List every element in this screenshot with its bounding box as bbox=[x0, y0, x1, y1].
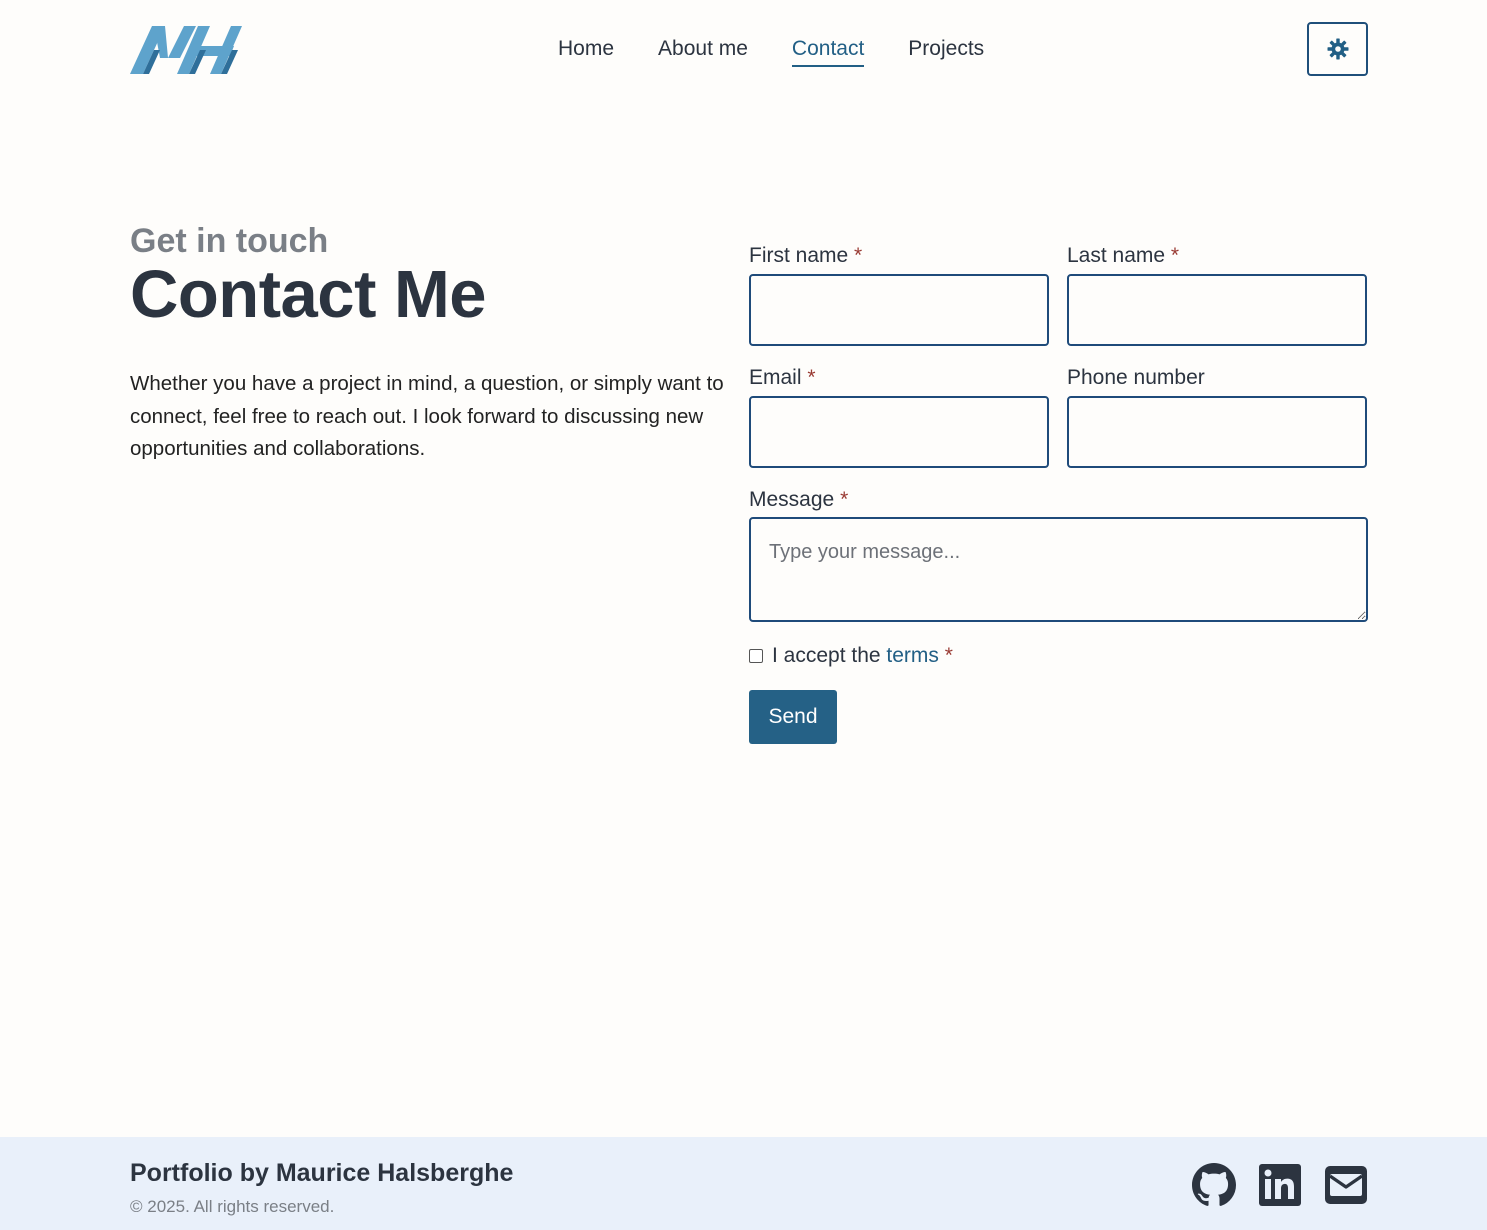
message-label-text: Message bbox=[749, 488, 835, 511]
github-link[interactable] bbox=[1192, 1163, 1236, 1207]
terms-text: I accept the terms * bbox=[772, 644, 953, 668]
phone-input[interactable] bbox=[1067, 396, 1367, 468]
intro-text: Whether you have a project in mind, a qu… bbox=[130, 372, 724, 460]
terms-prefix: I accept the bbox=[772, 644, 881, 667]
phone-label: Phone number bbox=[1067, 366, 1205, 390]
page-title: Contact Me bbox=[130, 257, 487, 332]
nav-home[interactable]: Home bbox=[558, 36, 614, 67]
email-icon bbox=[1325, 1166, 1367, 1204]
footer-title: Portfolio by Maurice Halsberghe bbox=[130, 1159, 514, 1187]
first-name-input[interactable] bbox=[749, 274, 1049, 346]
required-marker: * bbox=[807, 366, 816, 389]
site-header: Home About me Contact Projects bbox=[0, 0, 1487, 100]
nav-contact[interactable]: Contact bbox=[791, 36, 865, 67]
first-name-label: First name * bbox=[749, 244, 862, 268]
required-marker: * bbox=[840, 488, 849, 511]
terms-checkbox[interactable] bbox=[749, 649, 763, 663]
first-name-label-text: First name bbox=[749, 244, 849, 267]
required-marker: * bbox=[854, 244, 863, 267]
copyright-text: © 2025. All rights reserved. bbox=[130, 1197, 335, 1216]
last-name-label: Last name * bbox=[1067, 244, 1179, 268]
logo[interactable] bbox=[130, 24, 242, 76]
linkedin-icon bbox=[1259, 1164, 1301, 1206]
required-marker: * bbox=[944, 644, 953, 667]
gear-icon bbox=[1327, 38, 1348, 60]
nav-about[interactable]: About me bbox=[658, 36, 748, 67]
email-label: Email * bbox=[749, 366, 816, 390]
mh-logo-icon bbox=[130, 26, 242, 74]
last-name-label-text: Last name bbox=[1067, 244, 1166, 267]
email-label-text: Email bbox=[749, 366, 802, 389]
required-marker: * bbox=[1170, 244, 1180, 267]
theme-toggle-button[interactable] bbox=[1307, 22, 1368, 76]
message-textarea[interactable] bbox=[749, 517, 1368, 622]
main-nav: Home About me Contact Projects bbox=[558, 36, 984, 67]
email-input[interactable] bbox=[749, 396, 1049, 468]
last-name-input[interactable] bbox=[1067, 274, 1367, 346]
phone-label-text: Phone number bbox=[1067, 366, 1205, 389]
terms-row: I accept the terms * bbox=[749, 644, 953, 668]
github-icon bbox=[1192, 1163, 1236, 1206]
nav-projects[interactable]: Projects bbox=[908, 36, 984, 67]
terms-link[interactable]: terms bbox=[886, 644, 939, 667]
send-button[interactable]: Send bbox=[749, 690, 837, 744]
site-footer: Portfolio by Maurice Halsberghe © 2025. … bbox=[0, 1137, 1487, 1230]
email-link[interactable] bbox=[1324, 1163, 1368, 1207]
linkedin-link[interactable] bbox=[1258, 1163, 1302, 1207]
message-label: Message * bbox=[749, 488, 848, 512]
